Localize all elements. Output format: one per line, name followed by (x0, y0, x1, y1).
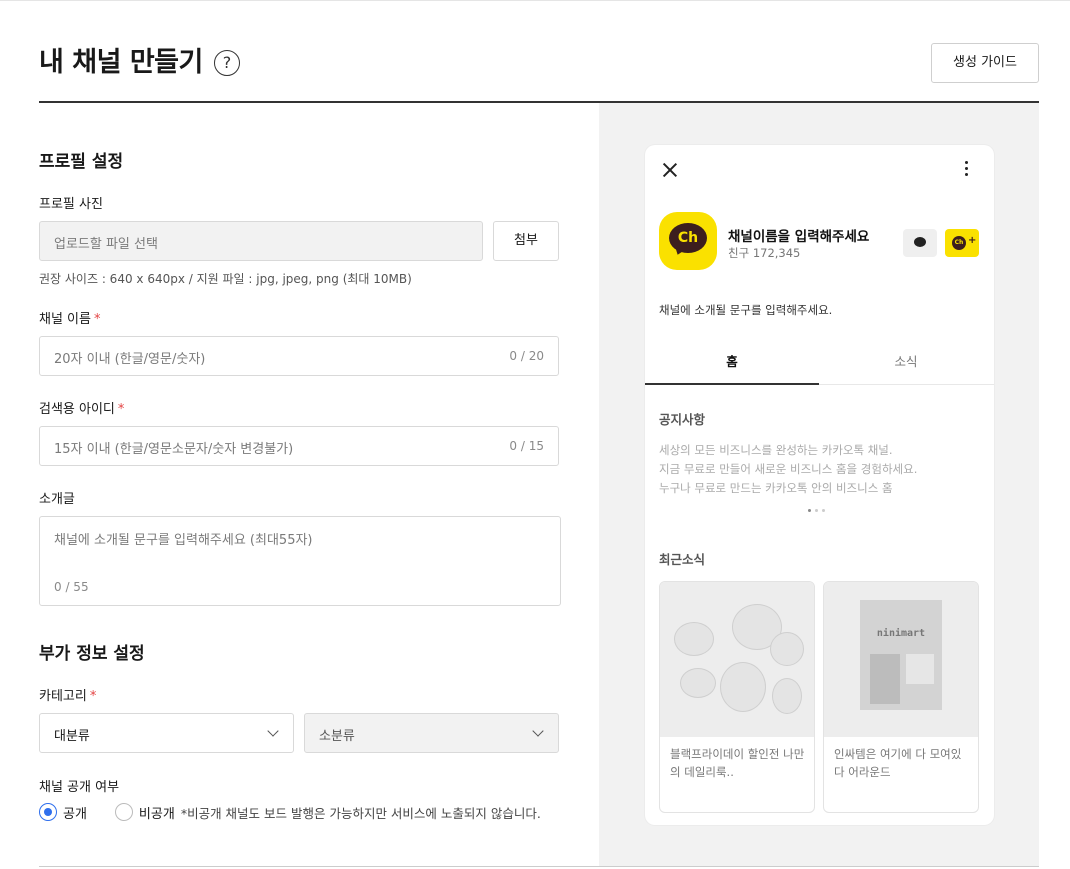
notice-line: 누구나 무료로 만드는 카카오톡 안의 비즈니스 홈 (659, 481, 893, 495)
carousel-dots (808, 509, 829, 512)
category-minor-select[interactable]: 소분류 (304, 713, 559, 753)
search-id-input[interactable]: 15자 이내 (한글/영문소문자/숫자 변경불가) 0 / 15 (39, 426, 559, 466)
photo-hint: 권장 사이즈 : 640 x 640px / 지원 파일 : jpg, jpeg… (39, 272, 412, 286)
required-mark: * (93, 312, 101, 327)
creation-guide-button[interactable]: 생성 가이드 (931, 43, 1039, 83)
intro-label: 소개글 (39, 492, 75, 507)
notice-title: 공지사항 (659, 412, 706, 427)
plus-icon: + (968, 235, 977, 246)
public-radio[interactable] (39, 803, 57, 821)
profile-photo-file-input[interactable]: 업로드할 파일 선택 (39, 221, 483, 261)
attach-button[interactable]: 첨부 (493, 221, 559, 261)
recent-news-title: 최근소식 (659, 552, 706, 567)
search-id-label-text: 검색용 아이디 (39, 402, 115, 417)
private-option-label[interactable]: 비공개 (139, 803, 175, 822)
logo-text: Ch (669, 223, 707, 253)
intro-placeholder: 채널에 소개될 문구를 입력해주세요 (최대55자) (54, 533, 313, 548)
preview-tab-news: 소식 (894, 354, 918, 369)
top-border (0, 0, 1070, 1)
news-card-image (660, 582, 814, 737)
chevron-down-icon (267, 725, 279, 737)
profile-section-title: 프로필 설정 (39, 152, 124, 172)
news-card: ninimart 인싸템은 여기에 다 모여있다 어라운드 (823, 581, 979, 813)
channel-name-placeholder: 20자 이내 (한글/영문/숫자) (54, 352, 206, 367)
channel-name-input[interactable]: 20자 이내 (한글/영문/숫자) 0 / 20 (39, 336, 559, 376)
search-id-counter: 0 / 15 (509, 439, 544, 453)
public-option-label[interactable]: 공개 (63, 803, 87, 822)
notice-line: 지금 무료로 만들어 새로운 비즈니스 홈을 경험하세요. (659, 462, 918, 476)
preview-channel-name: 채널이름을 입력해주세요 (728, 229, 870, 245)
add-channel-icon: Ch + (945, 229, 979, 257)
chat-icon (903, 229, 937, 257)
bottom-divider (39, 866, 1039, 867)
required-mark: * (117, 402, 125, 417)
preview-description: 채널에 소개될 문구를 입력해주세요. (659, 303, 833, 317)
store-illustration: ninimart (860, 600, 942, 710)
store-sign: ninimart (876, 628, 926, 639)
preview-tab-home: 홈 (726, 354, 738, 369)
help-icon[interactable]: ? (214, 50, 240, 76)
visibility-label: 채널 공개 여부 (39, 780, 120, 795)
category-major-select[interactable]: 대분류 (39, 713, 294, 753)
channel-name-counter: 0 / 20 (509, 349, 544, 363)
channel-name-label-text: 채널 이름 (39, 312, 91, 327)
category-label-text: 카테고리 (39, 689, 87, 704)
add-logo-text: Ch (952, 236, 966, 250)
notice-line: 세상의 모든 비즈니스를 완성하는 카카오톡 채널. (659, 443, 893, 457)
more-icon (965, 161, 969, 177)
search-id-placeholder: 15자 이내 (한글/영문소문자/숫자 변경불가) (54, 442, 294, 457)
news-card-text: 블랙프라이데이 할인전 나만의 데일리룩.. (670, 747, 805, 779)
chevron-down-icon (532, 725, 544, 737)
search-id-label: 검색용 아이디 * (39, 398, 124, 417)
news-card: 블랙프라이데이 할인전 나만의 데일리룩.. (659, 581, 815, 813)
news-card-text: 인싸템은 여기에 다 모여있다 어라운드 (834, 747, 962, 779)
category-major-value: 대분류 (54, 729, 90, 744)
category-label: 카테고리 * (39, 685, 96, 704)
private-note: *비공개 채널도 보드 발행은 가능하지만 서비스에 노출되지 않습니다. (180, 805, 541, 821)
required-mark: * (89, 689, 97, 704)
page-title: 내 채널 만들기 (39, 47, 203, 78)
profile-photo-label: 프로필 사진 (39, 197, 103, 212)
file-input-placeholder: 업로드할 파일 선택 (54, 237, 158, 252)
private-radio[interactable] (114, 803, 133, 821)
intro-counter: 0 / 55 (54, 580, 89, 594)
close-icon (661, 161, 679, 179)
extra-section-title: 부가 정보 설정 (39, 644, 145, 664)
channel-logo: Ch (659, 212, 717, 270)
channel-name-label: 채널 이름 * (39, 308, 100, 327)
category-minor-value: 소분류 (319, 729, 355, 744)
visibility-options: 공개 비공개 *비공개 채널도 보드 발행은 가능하지만 서비스에 노출되지 않… (39, 802, 541, 822)
preview-friends-count: 친구 172,345 (728, 246, 801, 260)
news-card-image: ninimart (824, 582, 978, 737)
intro-textarea[interactable]: 채널에 소개될 문구를 입력해주세요 (최대55자) 0 / 55 (39, 516, 561, 606)
channel-preview: Ch 채널이름을 입력해주세요 친구 172,345 Ch + 채널에 소개될 … (645, 145, 994, 825)
active-tab-indicator (645, 383, 819, 385)
